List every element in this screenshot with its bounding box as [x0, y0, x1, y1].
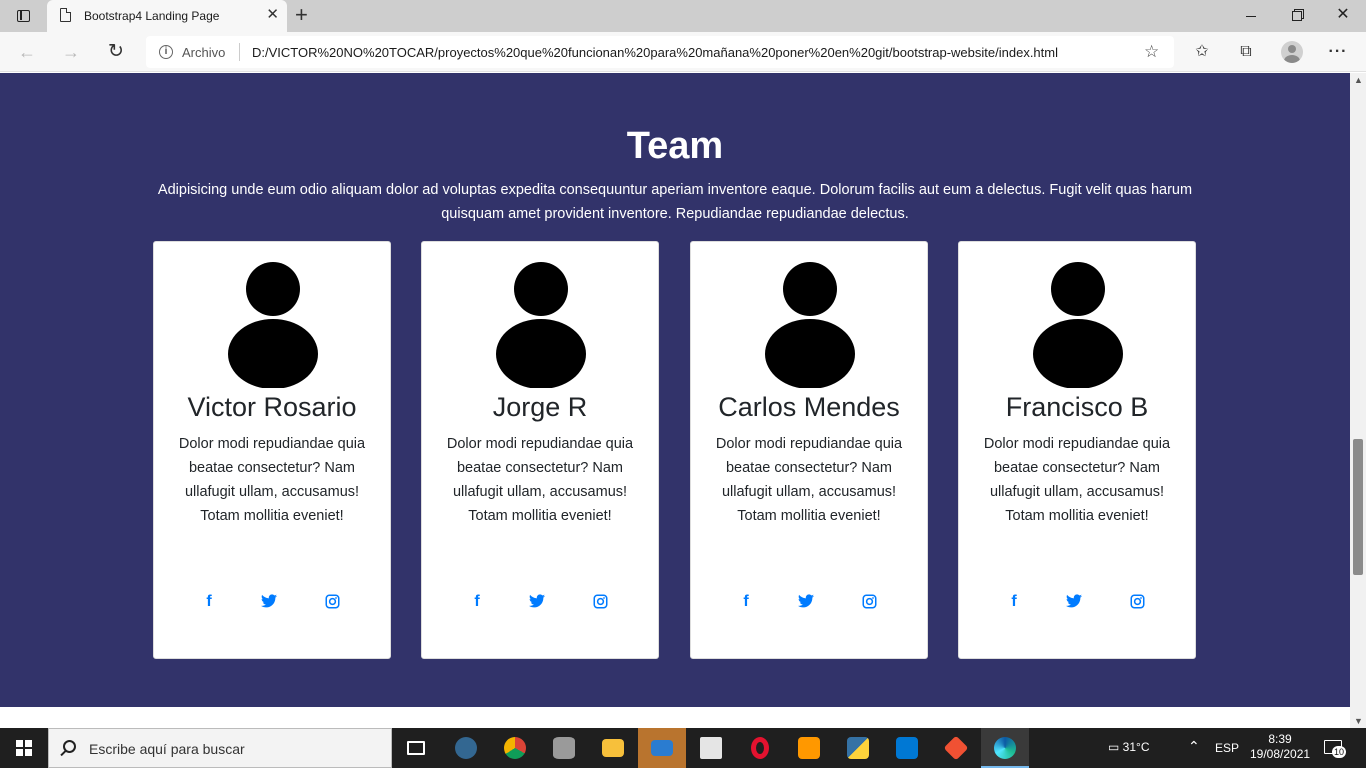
- facebook-icon[interactable]: f: [1004, 592, 1024, 612]
- collections-icon[interactable]: ⧉: [1234, 40, 1258, 64]
- page-icon: [60, 8, 71, 22]
- facebook-icon[interactable]: f: [199, 592, 219, 612]
- facebook-icon[interactable]: f: [467, 592, 487, 612]
- taskbar-search[interactable]: Escribe aquí para buscar: [48, 728, 392, 768]
- browser-tab[interactable]: Bootstrap4 Landing Page ✕: [47, 0, 287, 32]
- tab-actions-icon[interactable]: [12, 6, 36, 26]
- member-name: Carlos Mendes: [718, 392, 900, 422]
- database-icon[interactable]: [540, 728, 588, 768]
- team-card: Victor Rosario Dolor modi repudiandae qu…: [153, 241, 391, 659]
- twitter-icon[interactable]: [796, 592, 816, 612]
- avatar-icon: [765, 319, 855, 389]
- weather-icon: ▭: [1108, 740, 1123, 754]
- maximize-button[interactable]: [1274, 0, 1320, 30]
- show-hidden-icons[interactable]: ⌃: [1188, 738, 1200, 778]
- store-icon[interactable]: [687, 728, 735, 768]
- edge-icon[interactable]: [981, 728, 1029, 768]
- member-name: Victor Rosario: [187, 392, 357, 422]
- vscode-icon[interactable]: [883, 728, 931, 768]
- member-bio: Dolor modi repudiandae quia beatae conse…: [178, 436, 366, 524]
- browser-toolbar: ← → ↻ i Archivo D:/VICTOR%20NO%20TOCAR/p…: [0, 32, 1366, 72]
- start-button[interactable]: [0, 728, 48, 768]
- scroll-down-icon[interactable]: ▼: [1354, 716, 1363, 726]
- clock-time: 8:39: [1268, 732, 1292, 746]
- clock[interactable]: 8:39 19/08/2021: [1250, 732, 1310, 772]
- favorites-icon[interactable]: ✩: [1190, 40, 1214, 64]
- task-view-icon[interactable]: [392, 728, 440, 768]
- file-explorer-icon[interactable]: [589, 728, 637, 768]
- git-icon[interactable]: [932, 728, 980, 768]
- twitter-icon[interactable]: [1064, 592, 1084, 612]
- python-icon[interactable]: [834, 728, 882, 768]
- avatar-icon: [228, 319, 318, 389]
- team-card: Carlos Mendes Dolor modi repudiandae qui…: [690, 241, 928, 659]
- taskbar: Escribe aquí para buscar ▭ 31°C ⌃ ESP 8:…: [0, 728, 1366, 768]
- more-options-icon[interactable]: ···: [1326, 40, 1350, 64]
- twitter-icon[interactable]: [527, 592, 547, 612]
- opera-icon[interactable]: [736, 728, 784, 768]
- member-name: Francisco B: [1005, 392, 1149, 422]
- twitter-icon[interactable]: [259, 592, 279, 612]
- sublime-text-icon[interactable]: [785, 728, 833, 768]
- postgresql-icon[interactable]: [442, 728, 490, 768]
- avatar-icon: [496, 319, 586, 389]
- instagram-icon[interactable]: [590, 592, 610, 612]
- address-bar[interactable]: i Archivo D:/VICTOR%20NO%20TOCAR/proyect…: [146, 36, 1174, 68]
- notification-center-icon[interactable]: 10: [1322, 737, 1347, 759]
- page-scrollbar[interactable]: ▲ ▼: [1350, 73, 1366, 728]
- chrome-icon[interactable]: [491, 728, 539, 768]
- minimize-button[interactable]: [1228, 0, 1274, 30]
- close-window-button[interactable]: ✕: [1320, 0, 1366, 30]
- member-name: Jorge R: [492, 392, 588, 422]
- instagram-icon[interactable]: [859, 592, 879, 612]
- team-description: Adipisicing unde eum odio aliquam dolor …: [157, 182, 1193, 222]
- address-separator: [239, 43, 240, 61]
- instagram-icon[interactable]: [322, 592, 342, 612]
- facebook-icon[interactable]: f: [736, 592, 756, 612]
- search-icon: [63, 740, 76, 753]
- clock-date: 19/08/2021: [1250, 747, 1311, 761]
- reload-button[interactable]: ↻: [103, 40, 129, 64]
- tab-title: Bootstrap4 Landing Page: [84, 9, 220, 23]
- windows-icon: [16, 740, 32, 756]
- member-bio: Dolor modi repudiandae quia beatae conse…: [983, 436, 1171, 524]
- address-scheme-label: Archivo: [182, 45, 226, 60]
- tab-strip: Bootstrap4 Landing Page ✕ + ✕: [0, 0, 1366, 32]
- member-bio: Dolor modi repudiandae quia beatae conse…: [715, 436, 903, 524]
- team-title: Team: [626, 125, 724, 167]
- team-card: Jorge R Dolor modi repudiandae quia beat…: [421, 241, 659, 659]
- back-button[interactable]: ←: [14, 40, 40, 64]
- scroll-up-icon[interactable]: ▲: [1354, 75, 1363, 85]
- forward-button[interactable]: →: [58, 40, 84, 64]
- weather-widget[interactable]: ▭ 31°C: [1108, 740, 1149, 780]
- notification-count: 10: [1332, 746, 1347, 758]
- team-section: Team Adipisicing unde eum odio aliquam d…: [0, 73, 1350, 707]
- language-indicator[interactable]: ESP: [1215, 741, 1239, 781]
- info-icon[interactable]: i: [159, 45, 173, 59]
- new-tab-button[interactable]: +: [295, 4, 308, 26]
- member-bio: Dolor modi repudiandae quia beatae conse…: [446, 436, 634, 524]
- avatar-icon: [1033, 319, 1123, 389]
- profile-avatar[interactable]: [1280, 40, 1304, 64]
- page-viewport: Team Adipisicing unde eum odio aliquam d…: [0, 73, 1350, 728]
- add-favorite-icon[interactable]: ☆: [1144, 42, 1159, 62]
- close-tab-icon[interactable]: ✕: [266, 7, 279, 23]
- url-text[interactable]: D:/VICTOR%20NO%20TOCAR/proyectos%20que%2…: [252, 45, 1058, 60]
- search-placeholder: Escribe aquí para buscar: [89, 741, 245, 757]
- instagram-icon[interactable]: [1127, 592, 1147, 612]
- weather-temp: 31°C: [1122, 740, 1150, 754]
- mail-icon[interactable]: [638, 728, 686, 768]
- scroll-thumb[interactable]: [1353, 439, 1363, 575]
- team-card: Francisco B Dolor modi repudiandae quia …: [958, 241, 1196, 659]
